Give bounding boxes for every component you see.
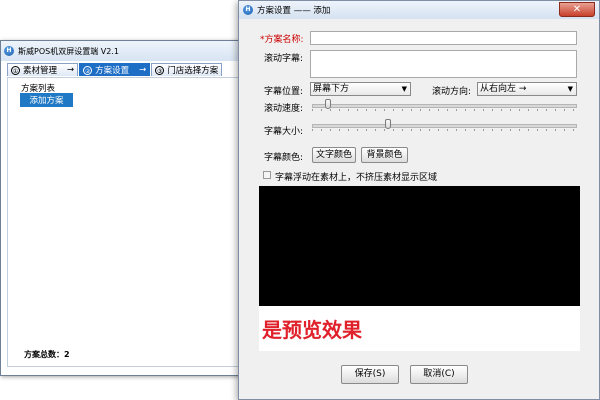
float-subtitle-checkbox[interactable] (263, 171, 271, 179)
main-titlebar[interactable]: H 斯威POS机双屏设置端 V2.1 (1, 41, 245, 61)
slider-thumb[interactable] (325, 99, 331, 109)
scroll-speed-slider[interactable] (312, 98, 577, 112)
tab-store-scheme-selection[interactable]: ③ 门店选择方案 (151, 63, 223, 76)
tab-label: 方案设置 (95, 66, 130, 76)
tab-scheme-settings[interactable]: ② 方案设置 → (79, 63, 151, 76)
main-window-title: 斯威POS机双屏设置端 V2.1 (18, 46, 119, 56)
chevron-down-icon: ▼ (567, 85, 573, 93)
scroll-speed-label: 滚动速度: (264, 104, 304, 114)
subtitle-size-slider[interactable] (312, 118, 577, 132)
scheme-total-count: 方案总数：2 (24, 350, 70, 359)
slider-track (312, 124, 577, 128)
close-button[interactable]: ✕ (559, 2, 595, 17)
tab-label: 素材管理 (23, 66, 58, 76)
arrow-right-icon: → (67, 65, 75, 75)
main-window: H 斯威POS机双屏设置端 V2.1 ① 素材管理 → ② 方案设置 → ③ 门… (0, 40, 246, 376)
tab-bar: ① 素材管理 → ② 方案设置 → ③ 门店选择方案 (7, 63, 223, 77)
slider-ticks (312, 109, 577, 111)
slider-ticks (312, 129, 577, 131)
subtitle-size-label: 字幕大小: (264, 127, 304, 137)
slider-thumb[interactable] (385, 119, 391, 129)
tab-material-management[interactable]: ① 素材管理 → (7, 63, 79, 76)
scroll-text-input[interactable] (310, 50, 577, 78)
cancel-button[interactable]: 取消(C) (410, 365, 468, 384)
scheme-name-input[interactable] (310, 31, 577, 45)
float-subtitle-label: 字幕浮动在素材上，不挤压素材显示区域 (275, 173, 438, 183)
tab-label: 门店选择方案 (167, 66, 219, 76)
scroll-direction-select[interactable]: 从右向左 → ▼ (477, 82, 577, 96)
slider-track (312, 104, 577, 108)
dialog-titlebar[interactable]: H 方案设置 —— 添加 ✕ (239, 1, 599, 19)
subtitle-position-select[interactable]: 屏幕下方 ▼ (310, 82, 411, 96)
arrow-right-icon: → (139, 65, 147, 75)
preview-text: 是预览效果 (262, 318, 362, 342)
preview-display (259, 186, 580, 306)
background-color-button[interactable]: 背景颜色 (361, 147, 408, 163)
scroll-direction-value: 从右向左 → (480, 84, 527, 94)
subtitle-color-label: 字幕颜色: (264, 153, 304, 163)
text-color-button[interactable]: 文字颜色 (312, 147, 356, 163)
step-number-icon: ② (83, 65, 93, 75)
step-number-icon: ① (11, 65, 20, 75)
save-button[interactable]: 保存(S) (341, 365, 399, 384)
subtitle-position-value: 屏幕下方 (313, 84, 350, 94)
add-scheme-button[interactable]: 添加方案 (20, 93, 73, 107)
scroll-text-label: 滚动字幕: (264, 54, 304, 64)
step-number-icon: ③ (155, 65, 165, 75)
chevron-down-icon: ▼ (401, 85, 407, 93)
app-logo-icon: H (243, 5, 253, 15)
app-logo-icon: H (4, 46, 14, 56)
preview-area: 是预览效果 (259, 186, 580, 351)
close-icon: ✕ (572, 4, 582, 15)
scroll-direction-label: 滚动方向: (432, 87, 472, 97)
scheme-name-label-text: 方案名称: (264, 35, 304, 45)
dialog-title: 方案设置 —— 添加 (257, 6, 331, 16)
scheme-name-label: *方案名称: (260, 32, 304, 45)
scheme-list-panel: 方案列表 添加方案 方案总数：2 (7, 77, 239, 367)
subtitle-position-label: 字幕位置: (264, 87, 304, 97)
